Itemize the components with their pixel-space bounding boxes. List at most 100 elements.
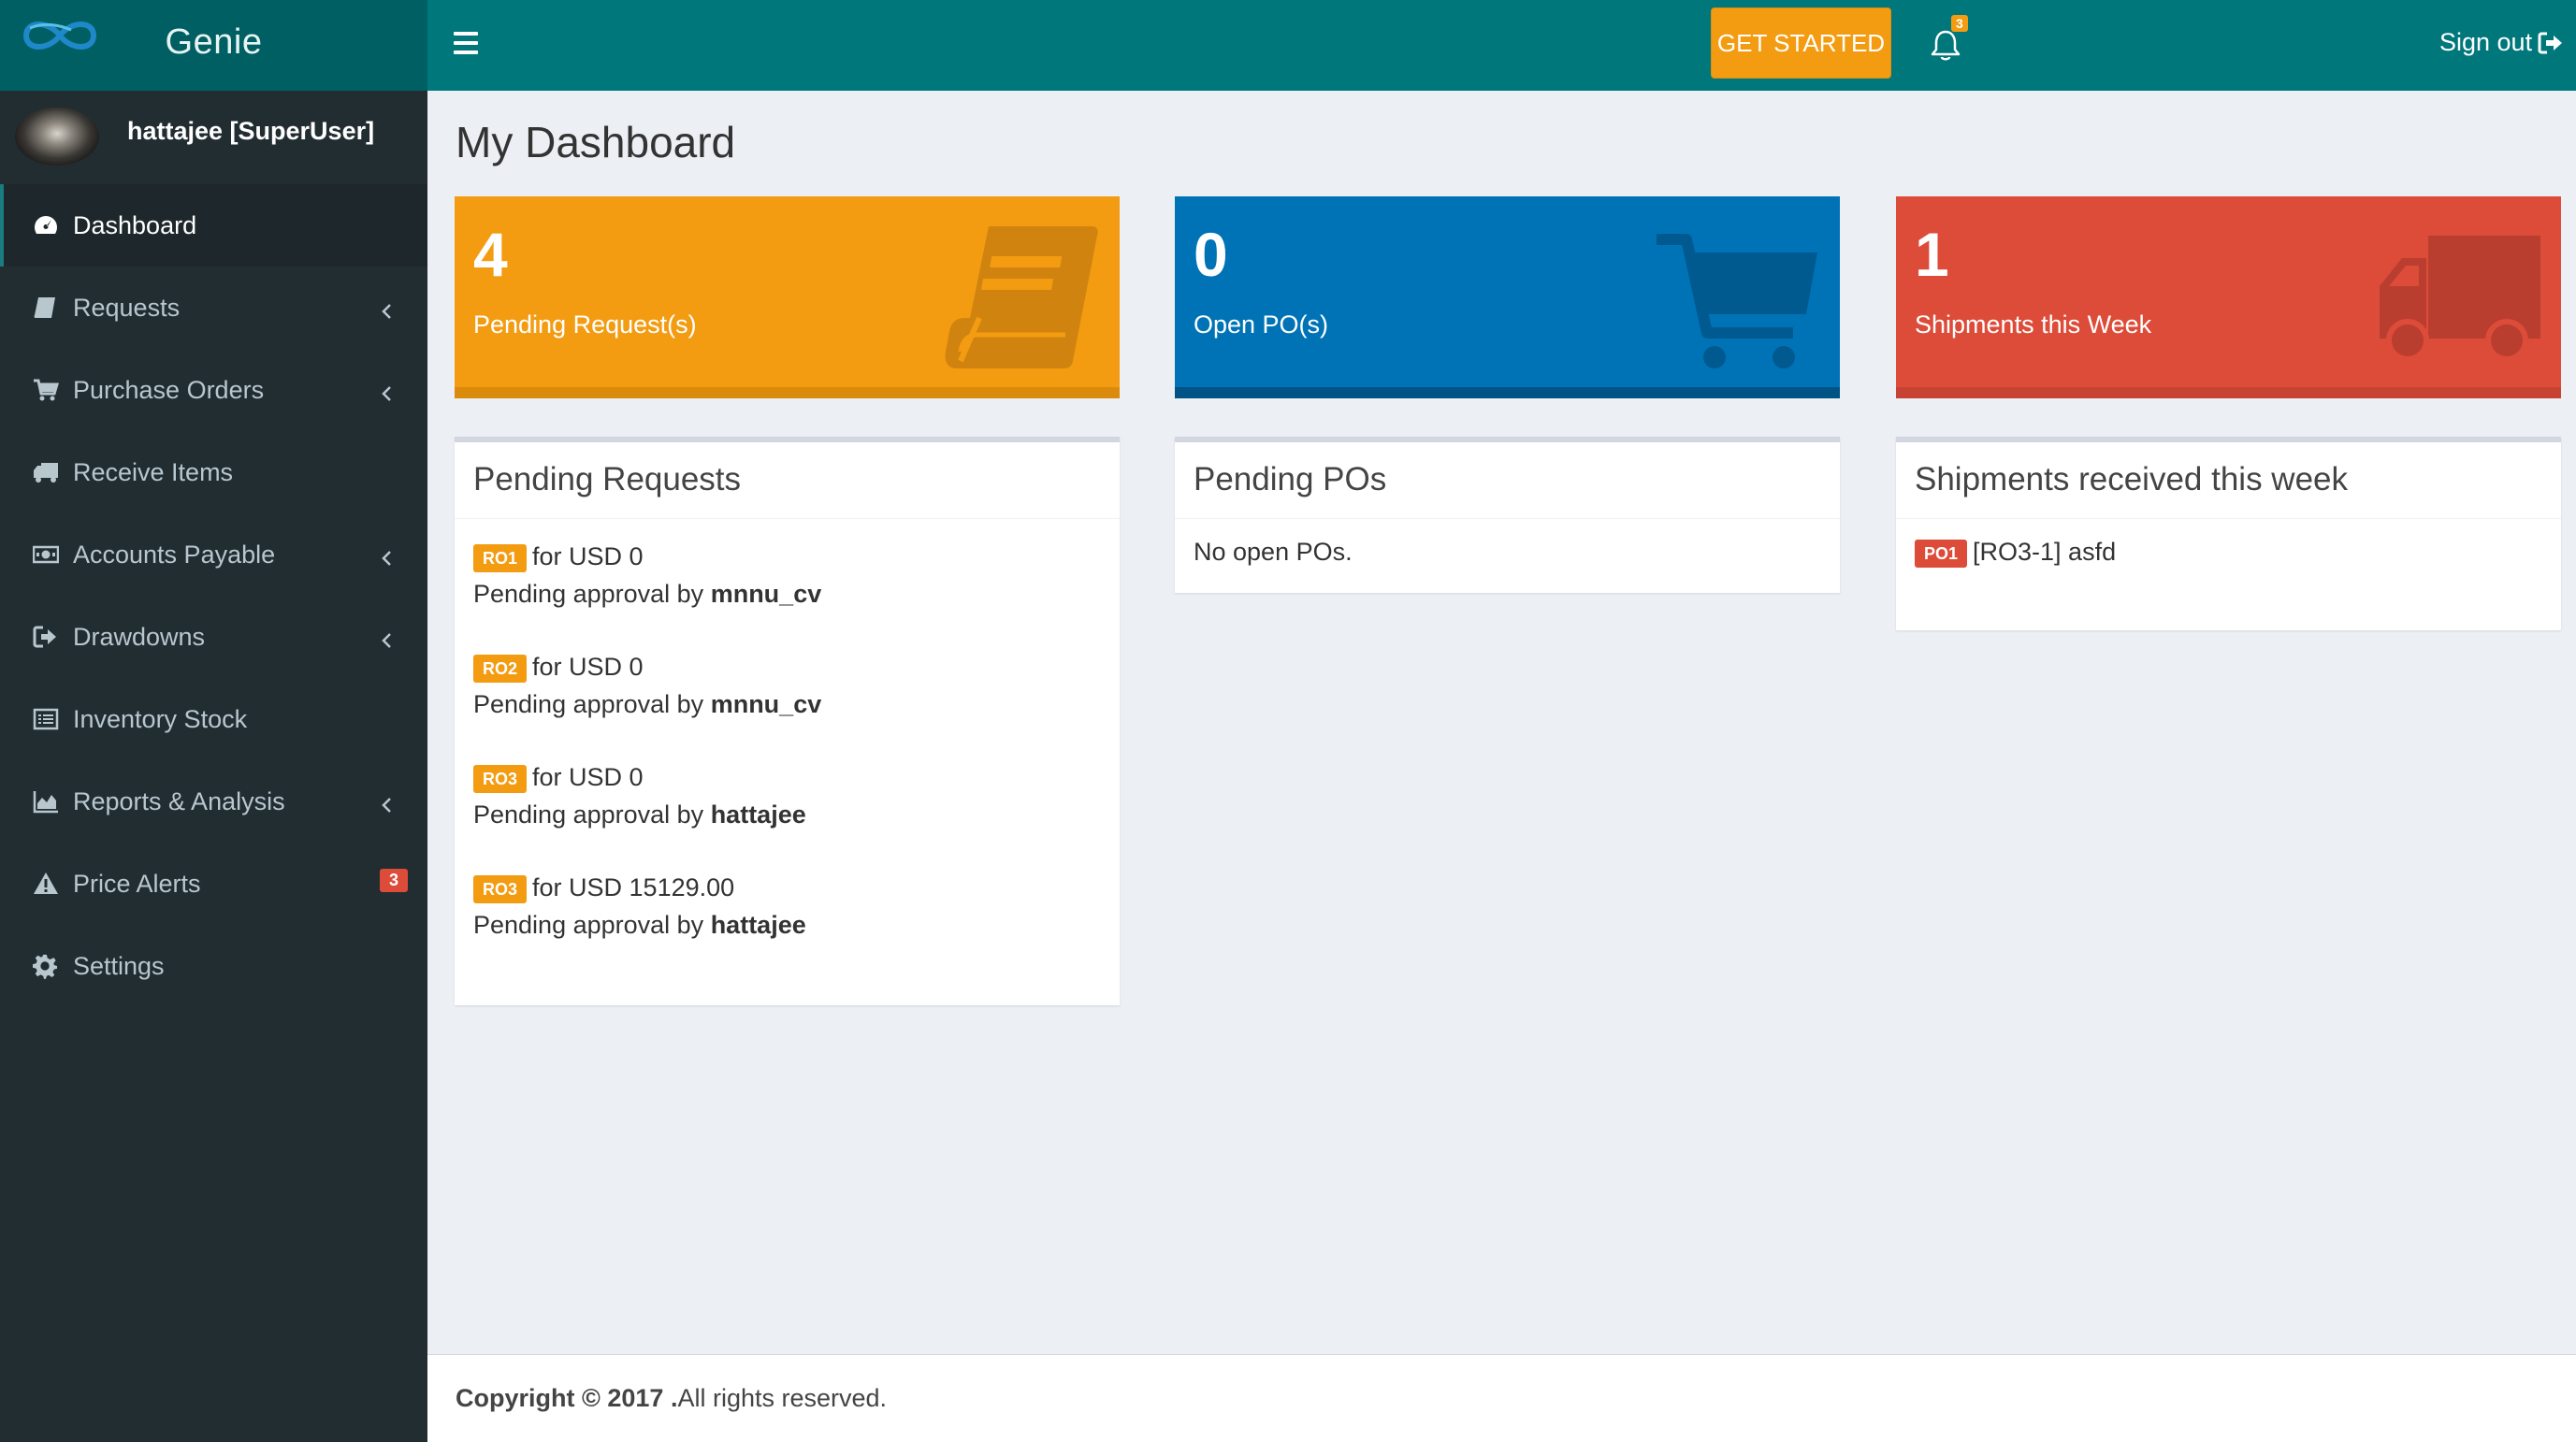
user-panel: hattajee [SuperUser] bbox=[0, 91, 427, 184]
sidebar-item-label: Settings bbox=[73, 951, 165, 980]
open-pos-count: 0 bbox=[1194, 220, 1228, 289]
shipment-text: [RO3-1] asfd bbox=[1973, 538, 2117, 566]
sidebar-item-reports-analysis[interactable]: Reports & Analysis bbox=[0, 760, 427, 843]
copyright-text: Copyright © 2017 . bbox=[456, 1384, 678, 1412]
panel-title: Pending Requests bbox=[455, 442, 1120, 519]
cart-icon bbox=[32, 376, 60, 404]
list-icon bbox=[32, 705, 60, 733]
empty-state-text: No open POs. bbox=[1194, 538, 1353, 566]
panel-title: Shipments received this week bbox=[1896, 442, 2561, 519]
sign-out-link[interactable]: Sign out bbox=[2439, 28, 2564, 57]
info-box-shipments[interactable]: 1 Shipments this Week bbox=[1896, 196, 2561, 398]
shipments-list: PO1 [RO3-1] asfd bbox=[1896, 519, 2561, 586]
notification-badge: 3 bbox=[1951, 15, 1968, 32]
panel-title: Pending POs bbox=[1175, 442, 1840, 519]
request-tag[interactable]: RO3 bbox=[473, 764, 528, 793]
pending-requests-count: 4 bbox=[473, 220, 508, 289]
sidebar-item-label: Price Alerts bbox=[73, 869, 201, 898]
money-icon bbox=[32, 541, 60, 569]
info-box-open-pos[interactable]: 0 Open PO(s) bbox=[1175, 196, 1840, 398]
rights-text: All rights reserved. bbox=[677, 1384, 888, 1412]
approval-prefix: Pending approval by bbox=[473, 911, 711, 939]
sidebar-item-label: Accounts Payable bbox=[73, 540, 276, 569]
pending-requests-list: RO1 for USD 0 Pending approval by mnnu_cv… bbox=[455, 519, 1120, 998]
truck-icon bbox=[32, 458, 60, 486]
info-box-footer bbox=[1896, 387, 2561, 398]
list-item[interactable]: PO1 [RO3-1] asfd bbox=[1915, 538, 2542, 568]
approval-prefix: Pending approval by bbox=[473, 800, 711, 829]
shipments-count: 1 bbox=[1915, 220, 1949, 289]
open-pos-label: Open PO(s) bbox=[1194, 310, 1329, 339]
gear-icon bbox=[32, 952, 60, 980]
list-item[interactable]: RO2 for USD 0 Pending approval by mnnu_cv bbox=[473, 648, 1101, 723]
sidebar-item-inventory-stock[interactable]: Inventory Stock bbox=[0, 678, 427, 760]
page-title: My Dashboard bbox=[456, 118, 736, 166]
page-footer: Copyright © 2017 . All rights reserved. bbox=[427, 1354, 2576, 1442]
request-tag[interactable]: RO1 bbox=[473, 543, 528, 572]
sidebar-item-label: Receive Items bbox=[73, 457, 234, 486]
menu-toggle-icon[interactable] bbox=[454, 32, 478, 58]
sidebar-item-label: Purchase Orders bbox=[73, 375, 265, 404]
request-amount: for USD 0 bbox=[532, 653, 644, 681]
sidebar-item-settings[interactable]: Settings bbox=[0, 925, 427, 1007]
list-item[interactable]: RO3 for USD 15129.00 Pending approval by … bbox=[473, 869, 1101, 944]
avatar[interactable] bbox=[15, 108, 99, 166]
approver-name: hattajee bbox=[710, 911, 806, 939]
sidebar-item-label: Reports & Analysis bbox=[73, 786, 285, 815]
area-chart-icon bbox=[32, 787, 60, 815]
chevron-left-icon bbox=[380, 381, 397, 401]
request-tag[interactable]: RO2 bbox=[473, 654, 528, 683]
chevron-left-icon bbox=[380, 627, 397, 648]
approver-name: hattajee bbox=[710, 800, 806, 829]
chevron-left-icon bbox=[380, 298, 397, 319]
brand-logo-area[interactable]: Genie bbox=[0, 0, 427, 91]
po-tag[interactable]: PO1 bbox=[1915, 539, 1968, 568]
sign-out-icon bbox=[32, 623, 60, 651]
list-item[interactable]: RO1 for USD 0 Pending approval by mnnu_cv bbox=[473, 538, 1101, 613]
sign-out-label: Sign out bbox=[2439, 28, 2533, 56]
info-box-footer bbox=[1175, 387, 1840, 398]
sign-out-icon bbox=[2538, 32, 2563, 53]
pending-requests-panel: Pending Requests RO1 for USD 0 Pending ap… bbox=[455, 437, 1120, 1005]
sidebar-item-label: Inventory Stock bbox=[73, 704, 248, 733]
approval-prefix: Pending approval by bbox=[473, 690, 711, 718]
pending-requests-label: Pending Request(s) bbox=[473, 310, 697, 339]
sidebar-item-dashboard[interactable]: Dashboard bbox=[0, 184, 427, 267]
book-icon bbox=[945, 226, 1098, 368]
request-amount: for USD 0 bbox=[532, 542, 644, 570]
info-box-footer bbox=[455, 387, 1120, 398]
info-box-pending-requests[interactable]: 4 Pending Request(s) bbox=[455, 196, 1120, 398]
top-navbar bbox=[427, 0, 2576, 91]
request-tag[interactable]: RO3 bbox=[473, 874, 528, 903]
sidebar: hattajee [SuperUser] Dashboard Requests … bbox=[0, 91, 427, 1442]
bell-icon[interactable] bbox=[1927, 26, 1964, 64]
price-alerts-badge: 3 bbox=[380, 869, 409, 892]
warning-icon bbox=[32, 870, 60, 898]
shipments-label: Shipments this Week bbox=[1915, 310, 2152, 339]
main-content: My Dashboard 4 Pending Request(s) 0 Open… bbox=[427, 91, 2576, 1354]
approver-name: mnnu_cv bbox=[710, 690, 822, 718]
sidebar-item-purchase-orders[interactable]: Purchase Orders bbox=[0, 349, 427, 431]
shipments-panel: Shipments received this week PO1 [RO3-1] … bbox=[1896, 437, 2561, 630]
book-icon bbox=[32, 294, 60, 322]
sidebar-item-accounts-payable[interactable]: Accounts Payable bbox=[0, 513, 427, 596]
request-amount: for USD 0 bbox=[532, 763, 644, 791]
approver-name: mnnu_cv bbox=[710, 580, 822, 608]
sidebar-item-price-alerts[interactable]: Price Alerts 3 bbox=[0, 843, 427, 925]
sidebar-item-receive-items[interactable]: Receive Items bbox=[0, 431, 427, 513]
chevron-left-icon bbox=[380, 792, 397, 813]
dashboard-icon bbox=[32, 211, 60, 239]
pending-pos-panel: Pending POs No open POs. bbox=[1175, 437, 1840, 593]
sidebar-item-requests[interactable]: Requests bbox=[0, 267, 427, 349]
approval-prefix: Pending approval by bbox=[473, 580, 711, 608]
chevron-left-icon bbox=[380, 545, 397, 566]
get-started-button[interactable]: GET STARTED bbox=[1711, 7, 1891, 79]
user-name: hattajee [SuperUser] bbox=[127, 117, 375, 145]
sidebar-item-label: Drawdowns bbox=[73, 622, 206, 651]
app-name: Genie bbox=[165, 22, 263, 62]
sidebar-item-label: Requests bbox=[73, 293, 181, 322]
truck-icon bbox=[2380, 236, 2540, 361]
list-item[interactable]: RO3 for USD 0 Pending approval by hattaje… bbox=[473, 758, 1101, 833]
request-amount: for USD 15129.00 bbox=[532, 873, 735, 901]
sidebar-item-drawdowns[interactable]: Drawdowns bbox=[0, 596, 427, 678]
